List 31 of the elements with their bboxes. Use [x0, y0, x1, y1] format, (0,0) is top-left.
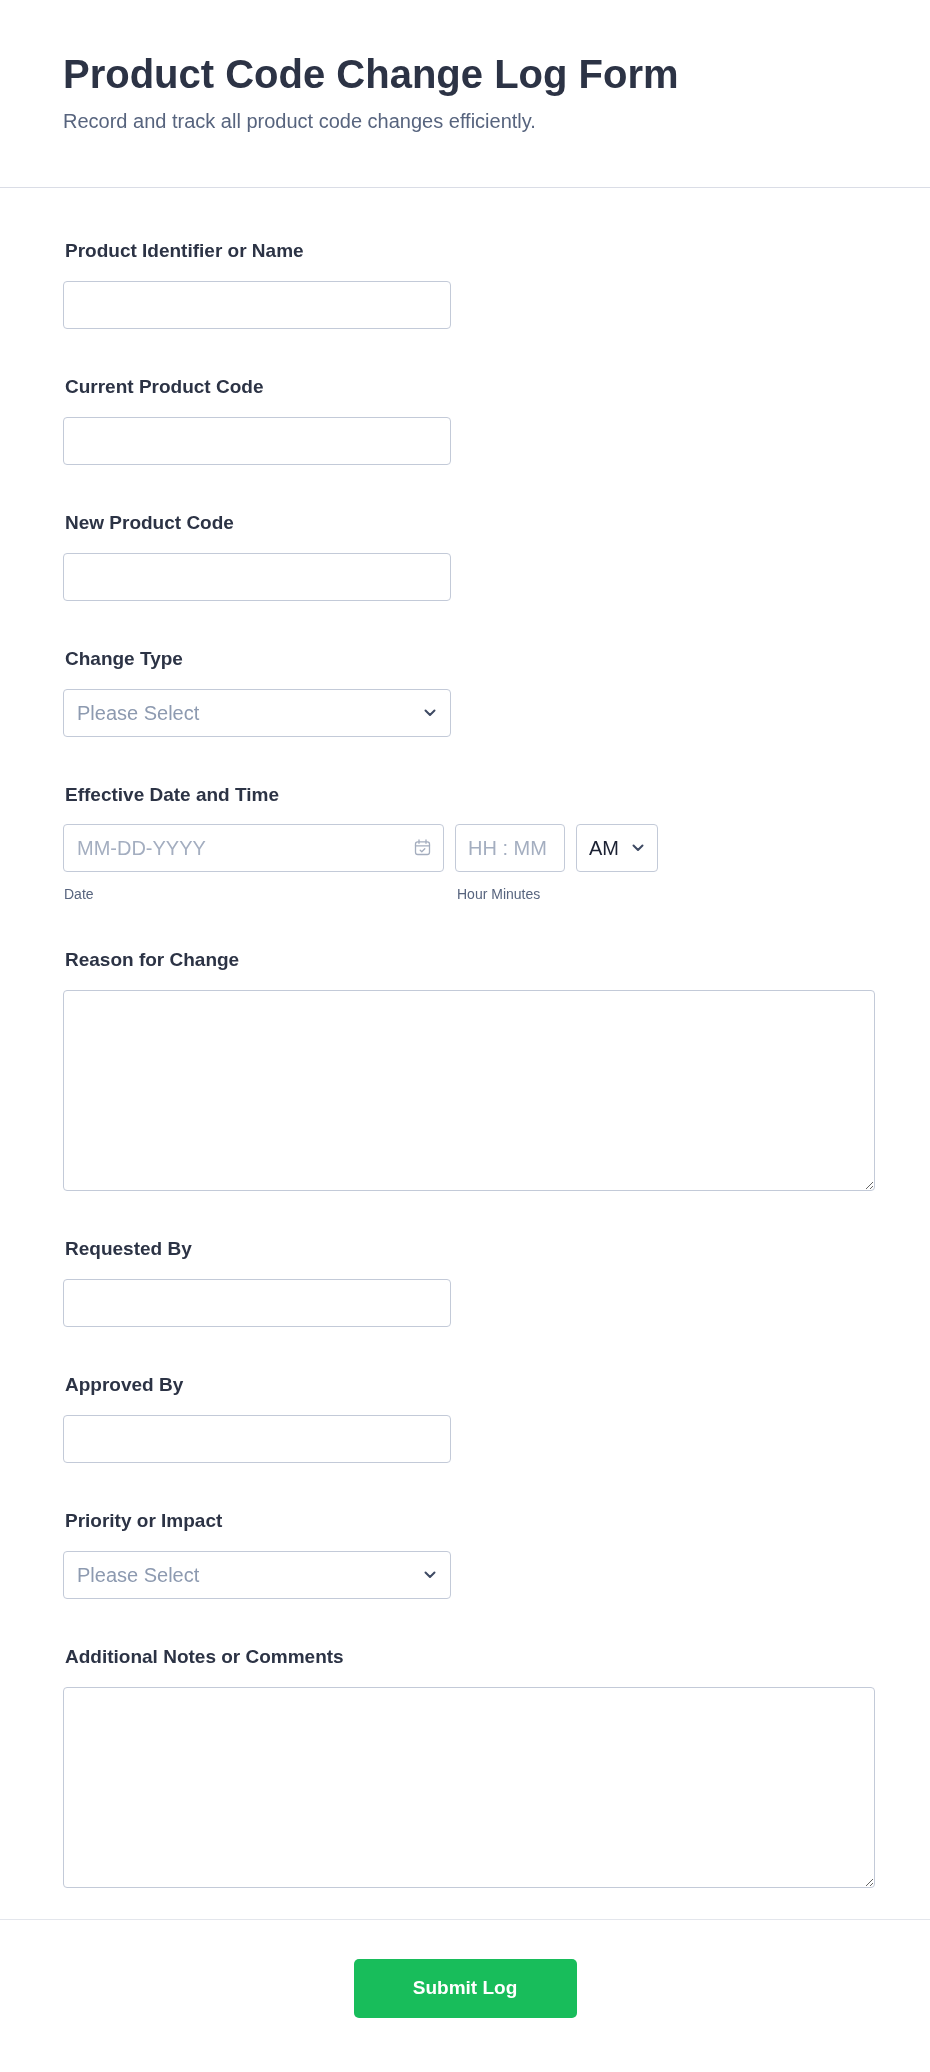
form-title: Product Code Change Log Form — [63, 51, 679, 97]
period-select[interactable]: AM — [576, 824, 658, 872]
text-field[interactable] — [63, 553, 451, 601]
text-field[interactable] — [63, 281, 451, 329]
textarea-field[interactable] — [63, 990, 875, 1191]
time-sublabel: Hour Minutes — [456, 886, 541, 902]
field-label: Effective Date and Time — [64, 784, 279, 806]
field-label: Reason for Change — [64, 949, 240, 971]
field-label: Approved By — [64, 1374, 184, 1396]
field-label: Product Identifier or Name — [64, 240, 304, 262]
time-field[interactable]: HH : MM — [455, 824, 565, 872]
calendar-icon — [414, 839, 431, 856]
text-field[interactable] — [63, 1415, 451, 1463]
text-field[interactable] — [63, 1279, 451, 1327]
field-label: Priority or Impact — [64, 1510, 223, 1532]
caret-icon — [632, 844, 644, 852]
caret-icon — [424, 1571, 436, 1579]
text-field[interactable] — [63, 417, 451, 465]
field-label: Change Type — [64, 648, 183, 670]
select-field[interactable]: Please Select — [63, 689, 451, 737]
date-field[interactable]: MM-DD-YYYY — [63, 824, 444, 872]
field-label: New Product Code — [64, 512, 234, 534]
field-label: Requested By — [64, 1238, 192, 1260]
date-sublabel: Date — [63, 886, 94, 902]
caret-icon — [424, 709, 436, 717]
select-field[interactable]: Please Select — [63, 1551, 451, 1599]
submit-button[interactable]: Submit Log — [353, 1959, 577, 2018]
field-label: Additional Notes or Comments — [64, 1646, 344, 1668]
form-subtitle: Record and track all product code changes efficiently. — [63, 109, 536, 133]
field-label: Current Product Code — [64, 376, 264, 398]
textarea-field[interactable] — [63, 1687, 875, 1888]
